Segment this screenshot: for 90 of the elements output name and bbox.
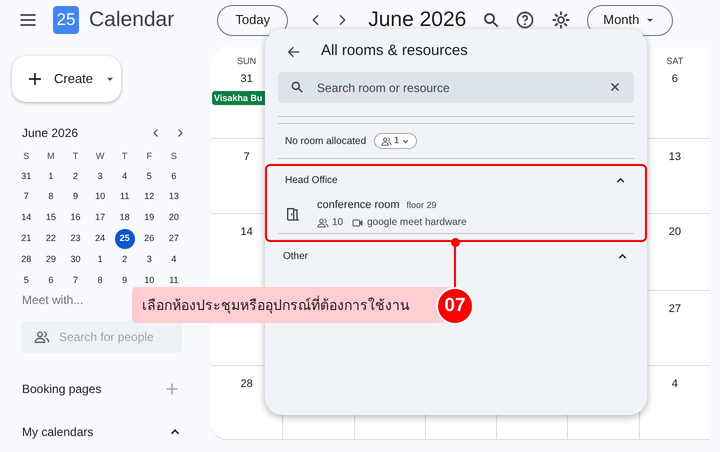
calendar-logo: 25 bbox=[53, 6, 79, 34]
people-icon bbox=[34, 329, 50, 345]
mini-calendar-day[interactable]: 21 bbox=[20, 232, 32, 246]
meet-with-label: Meet with... bbox=[22, 292, 84, 309]
mini-calendar-day[interactable]: 1 bbox=[47, 170, 54, 184]
search-icon[interactable] bbox=[482, 11, 500, 29]
resource-search-field[interactable]: Search room or resource bbox=[278, 72, 634, 103]
no-room-label: No room allocated bbox=[285, 134, 366, 148]
mini-calendar-day[interactable]: 24 bbox=[94, 232, 106, 246]
date-number[interactable]: 28 bbox=[240, 376, 253, 392]
mini-calendar-day[interactable]: 19 bbox=[143, 211, 156, 225]
weekday-label: T bbox=[72, 150, 78, 164]
mini-calendar-day[interactable]: 9 bbox=[121, 274, 128, 288]
date-number[interactable]: 7 bbox=[244, 149, 250, 166]
mini-calendar-day[interactable]: 2 bbox=[121, 252, 128, 266]
people-search-field[interactable]: Search for people bbox=[21, 321, 182, 353]
mini-calendar-day[interactable]: 12 bbox=[143, 190, 156, 204]
mini-calendar-day[interactable]: 14 bbox=[20, 211, 32, 225]
search-icon bbox=[290, 80, 304, 94]
mini-calendar-day[interactable]: 25 bbox=[114, 228, 135, 249]
room-capacity: 10 bbox=[332, 216, 344, 230]
mini-calendar-day[interactable]: 27 bbox=[168, 232, 180, 246]
mini-calendar-day[interactable]: 11 bbox=[168, 274, 180, 288]
date-number[interactable]: 4 bbox=[672, 376, 678, 392]
mini-calendar-day[interactable]: 29 bbox=[44, 252, 57, 266]
mini-calendar-day[interactable]: 8 bbox=[47, 190, 54, 204]
create-button[interactable]: Create bbox=[12, 56, 121, 102]
weekday-label: F bbox=[146, 150, 152, 164]
mini-calendar-day[interactable]: 1 bbox=[96, 252, 104, 266]
mini-calendar-day[interactable]: 5 bbox=[22, 274, 30, 288]
booking-pages-label: Booking pages bbox=[22, 381, 102, 398]
group-heading: Other bbox=[283, 250, 310, 264]
mini-calendar-day[interactable]: 11 bbox=[119, 190, 130, 204]
mini-calendar-title: June 2026 bbox=[22, 125, 80, 142]
mini-calendar-day[interactable]: 8 bbox=[96, 274, 104, 288]
room-equipment: google meet hardware bbox=[367, 216, 467, 230]
video-camera-icon bbox=[352, 216, 364, 229]
room-floor: floor 29 bbox=[406, 198, 437, 212]
door-icon bbox=[285, 206, 301, 222]
weekday-header: SUN bbox=[237, 55, 256, 68]
date-number[interactable]: 6 bbox=[672, 70, 678, 87]
date-number[interactable]: 31 bbox=[240, 70, 253, 87]
mini-calendar-day[interactable]: 20 bbox=[168, 211, 180, 225]
mini-calendar-day[interactable]: 7 bbox=[72, 274, 79, 288]
event-chip[interactable]: Visakha Bu bbox=[212, 91, 265, 105]
help-icon[interactable] bbox=[515, 10, 536, 30]
mini-calendar-day[interactable]: 30 bbox=[69, 252, 82, 266]
room-name: conference room bbox=[317, 198, 400, 213]
settings-icon[interactable] bbox=[551, 10, 572, 30]
group-heading: Head Office bbox=[285, 174, 339, 188]
weekday-label: T bbox=[122, 150, 128, 164]
mini-calendar-day[interactable]: 2 bbox=[72, 170, 79, 184]
mini-calendar-day[interactable]: 4 bbox=[170, 252, 178, 266]
date-number[interactable]: 13 bbox=[668, 149, 681, 166]
mini-calendar-day[interactable]: 10 bbox=[143, 274, 156, 288]
panel-title: All rooms & resources bbox=[321, 41, 468, 62]
mini-calendar-day[interactable]: 23 bbox=[69, 232, 82, 246]
attendee-count-chip[interactable]: 1 bbox=[374, 133, 418, 149]
mini-calendar-day[interactable]: 7 bbox=[22, 190, 30, 204]
mini-calendar-day[interactable]: 31 bbox=[20, 170, 32, 184]
weekday-header: SAT bbox=[666, 55, 684, 68]
people-icon bbox=[317, 216, 329, 229]
my-calendars-label: My calendars bbox=[22, 424, 94, 441]
mini-calendar-day[interactable]: 3 bbox=[96, 170, 104, 184]
weekday-label: M bbox=[47, 150, 55, 164]
mini-calendar-day[interactable]: 26 bbox=[143, 232, 156, 246]
weekday-label: S bbox=[23, 150, 30, 164]
mini-calendar-day[interactable]: 16 bbox=[69, 211, 82, 225]
app-title: Calendar bbox=[89, 7, 174, 34]
mini-calendar-day[interactable]: 6 bbox=[170, 170, 178, 184]
date-number[interactable]: 14 bbox=[240, 224, 253, 240]
mini-calendar-day[interactable]: 28 bbox=[20, 252, 32, 266]
weekday-label: W bbox=[96, 150, 104, 164]
people-icon bbox=[381, 136, 392, 146]
mini-calendar-day[interactable]: 9 bbox=[72, 190, 79, 204]
mini-calendar-day[interactable]: 18 bbox=[118, 211, 131, 225]
weekday-label: S bbox=[170, 150, 177, 164]
plus-icon bbox=[26, 70, 44, 88]
mini-calendar-day[interactable]: 4 bbox=[121, 170, 128, 184]
mini-calendar-day[interactable]: 15 bbox=[44, 211, 57, 225]
date-number[interactable]: 27 bbox=[668, 301, 681, 318]
month-title: June 2026 bbox=[368, 7, 466, 34]
mini-calendar-day[interactable]: 3 bbox=[146, 252, 153, 266]
mini-calendar-day[interactable]: 6 bbox=[47, 274, 54, 288]
mini-calendar-day[interactable]: 22 bbox=[44, 232, 57, 246]
mini-calendar-day[interactable]: 13 bbox=[168, 190, 180, 204]
mini-calendar-day[interactable]: 10 bbox=[94, 190, 106, 204]
mini-calendar-day[interactable]: 5 bbox=[146, 170, 153, 184]
date-number[interactable]: 20 bbox=[668, 224, 681, 240]
mini-calendar-day[interactable]: 17 bbox=[94, 211, 106, 225]
